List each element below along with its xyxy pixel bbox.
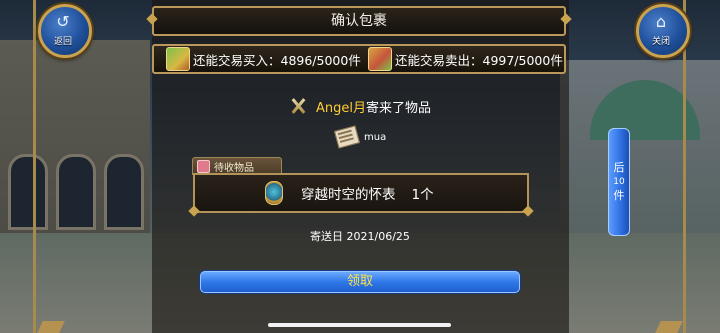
item-name: 穿越时空的怀表 — [301, 187, 396, 203]
dialog-title: 确认包裹 — [152, 6, 566, 36]
back-button[interactable]: ↺ 返回 — [32, 2, 94, 58]
claim-button[interactable]: 领取 — [200, 271, 520, 293]
remaining-tab-count: 10 — [613, 177, 625, 187]
sender-suffix: 寄来了物品 — [366, 100, 432, 116]
back-button-label: 返回 — [53, 37, 72, 47]
buy-quota-icon — [166, 47, 190, 71]
send-date: 寄送日 2021/06/25 — [310, 230, 410, 243]
trade-quota-bar: 还能交易买入：4896/5000件 还能交易卖出：4997/5000件 — [152, 44, 566, 74]
home-icon: ⌂ — [655, 12, 667, 31]
sell-quota-text: 还能交易卖出：4997/5000件 — [395, 52, 563, 68]
sender-name: Angel月 — [316, 100, 366, 116]
pocket-watch-icon — [265, 181, 283, 205]
back-icon: ↺ — [56, 12, 70, 31]
remaining-tab-bottom: 件 — [613, 189, 625, 202]
remaining-items-tab[interactable]: 后 10 件 — [608, 128, 630, 236]
sell-quota: 还能交易卖出：4997/5000件 — [368, 46, 563, 72]
gift-icon — [197, 159, 210, 173]
buy-quota: 还能交易买入：4896/5000件 — [166, 46, 361, 72]
close-button[interactable]: ⌂ 关闭 — [630, 2, 692, 58]
remaining-tab-top: 后 — [613, 161, 625, 174]
sell-quota-icon — [368, 47, 392, 71]
item-slot[interactable]: 穿越时空的怀表 1个 — [193, 173, 529, 213]
item-quantity: 1个 — [411, 187, 434, 203]
message-line: mua — [334, 125, 387, 149]
pending-items-label: 待收物品 — [214, 162, 254, 174]
close-button-label: 关闭 — [651, 37, 670, 47]
home-indicator[interactable] — [268, 323, 451, 327]
buy-quota-text: 还能交易买入：4896/5000件 — [193, 52, 361, 68]
letter-icon — [334, 125, 360, 149]
message-text: mua — [364, 131, 387, 143]
crossed-swords-icon — [288, 97, 310, 115]
sender-line: Angel月 寄来了物品 — [288, 96, 488, 116]
